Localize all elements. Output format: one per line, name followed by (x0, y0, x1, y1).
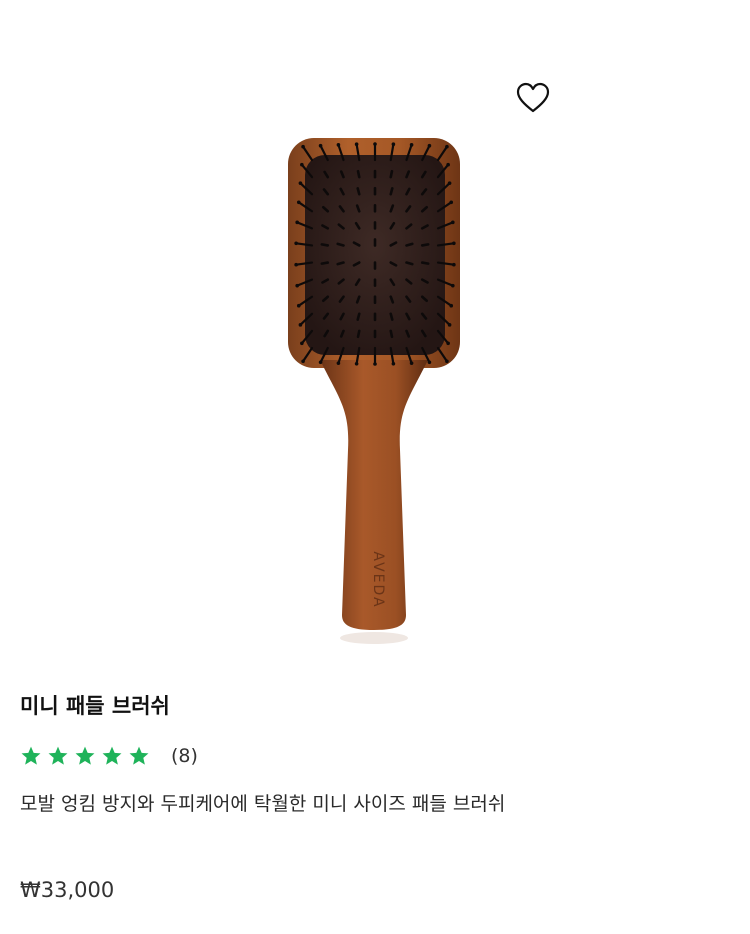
product-card[interactable]: AVEDA 미니 패들 브러쉬 (8) 모발 엉킴 방지와 두피케어에 탁월한 … (0, 0, 750, 934)
star-icon (102, 746, 122, 765)
review-count[interactable]: (8) (171, 745, 198, 767)
star-rating (20, 745, 155, 767)
heart-outline-icon[interactable] (516, 82, 550, 114)
brand-engraving: AVEDA (370, 551, 386, 608)
product-image[interactable]: AVEDA (250, 110, 500, 670)
product-image-area[interactable]: AVEDA (0, 0, 750, 670)
star-icon (75, 746, 95, 765)
product-price: ₩33,000 (20, 878, 115, 902)
product-description: 모발 엉킴 방지와 두피케어에 탁월한 미니 사이즈 패들 브러쉬 (20, 793, 506, 815)
star-icon (48, 746, 68, 765)
star-icon (129, 746, 149, 765)
wishlist-button[interactable] (513, 80, 553, 116)
product-title[interactable]: 미니 패들 브러쉬 (20, 690, 170, 720)
star-icon (21, 746, 41, 765)
rating-row[interactable]: (8) (20, 741, 198, 771)
